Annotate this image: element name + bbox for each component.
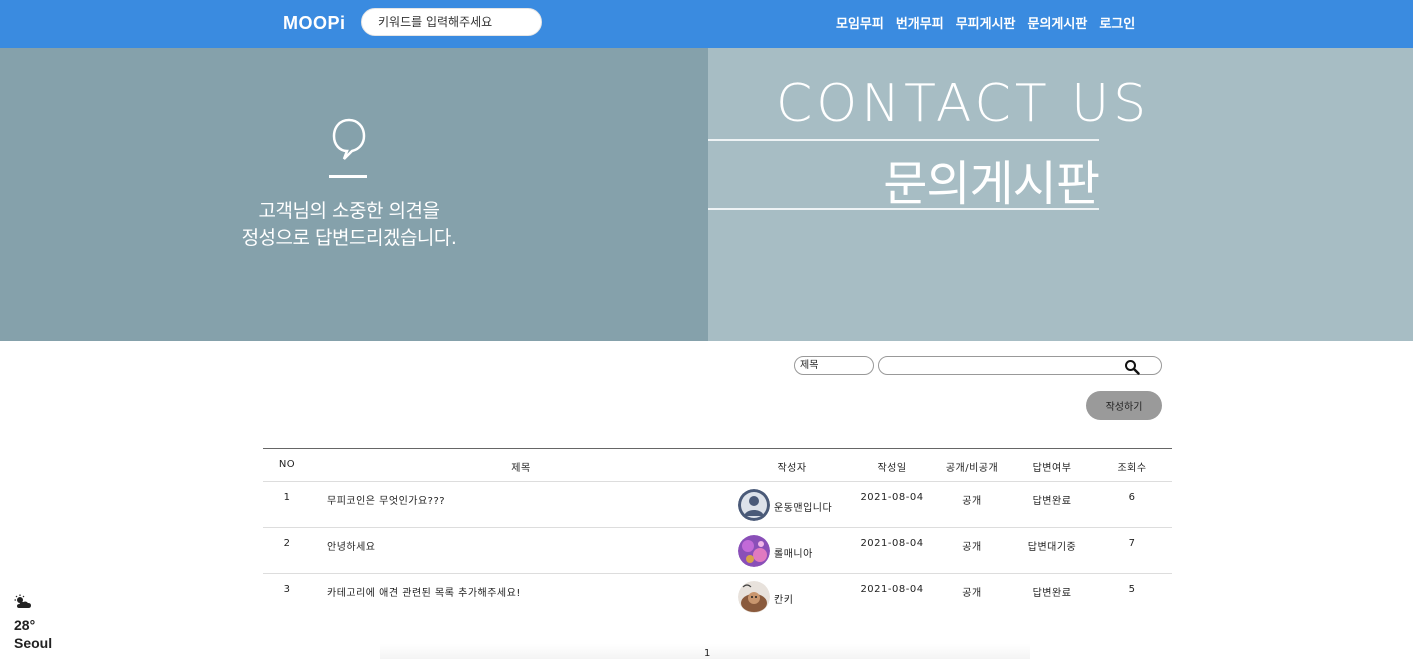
banner-message-line2: 정성으로 답변드리겠습니다. bbox=[241, 227, 457, 249]
purple-photo-avatar bbox=[738, 535, 770, 567]
header-no: NO bbox=[278, 459, 296, 470]
site-logo[interactable]: MOOPi bbox=[283, 13, 346, 34]
speech-bubble-icon bbox=[332, 118, 366, 160]
header-bar: MOOPi 모임무피 번개무피 무피게시판 문의게시판 로그인 bbox=[0, 0, 1413, 48]
header-visibility: 공개/비공개 bbox=[945, 463, 999, 474]
keyword-input[interactable] bbox=[879, 359, 1161, 376]
pagination: 1 bbox=[380, 644, 1030, 659]
row-date: 2021-08-04 bbox=[860, 492, 924, 503]
row-answered: 답변완료 bbox=[1032, 588, 1072, 599]
row-author: 운동맨입니다 bbox=[774, 503, 833, 514]
title-divider-bottom bbox=[708, 208, 1099, 210]
header-author: 작성자 bbox=[777, 463, 807, 474]
table-row[interactable]: 3 카테고리에 애견 관련된 목록 추가해주세요! 칸키 2021-08-04 … bbox=[263, 574, 1172, 620]
page-number[interactable]: 1 bbox=[704, 648, 710, 659]
header-search[interactable] bbox=[361, 8, 542, 36]
banner-message-line1: 고객님의 소중한 의견을 bbox=[258, 200, 440, 222]
header-views: 조회수 bbox=[1117, 463, 1147, 474]
bubble-underline bbox=[329, 175, 367, 178]
header-date: 작성일 bbox=[877, 463, 907, 474]
row-no: 1 bbox=[283, 492, 291, 503]
row-answered: 답변완료 bbox=[1032, 496, 1072, 507]
table-row[interactable]: 2 안녕하세요 롤매니아 2021-08-04 공개 답변대기중 7 bbox=[263, 528, 1172, 574]
row-visibility: 공개 bbox=[962, 588, 982, 599]
weather-widget[interactable]: 28° Seoul bbox=[14, 594, 52, 651]
inquiry-board-title: 문의게시판 bbox=[883, 156, 1100, 212]
row-no: 2 bbox=[283, 538, 291, 549]
weather-city: Seoul bbox=[14, 635, 53, 651]
header-answered: 답변여부 bbox=[1032, 463, 1072, 474]
row-answered: 답변대기중 bbox=[1027, 542, 1077, 553]
row-date: 2021-08-04 bbox=[860, 584, 924, 595]
row-title-link[interactable]: 카테고리에 애견 관련된 목록 추가해주세요! bbox=[327, 584, 521, 599]
default-profile-icon bbox=[738, 489, 770, 521]
row-views: 7 bbox=[1128, 538, 1136, 549]
row-author: 칸키 bbox=[774, 595, 794, 606]
row-views: 5 bbox=[1128, 584, 1136, 595]
table-row[interactable]: 1 무피코인은 무엇인가요??? 운동맨입니다 2021-08-04 공개 답변… bbox=[263, 482, 1172, 528]
row-visibility: 공개 bbox=[962, 496, 982, 507]
table-header: NO 제목 작성자 작성일 공개/비공개 답변여부 조회수 bbox=[263, 448, 1172, 482]
inquiry-table: NO 제목 작성자 작성일 공개/비공개 답변여부 조회수 1 무피코인은 무엇… bbox=[263, 448, 1172, 620]
nav-login[interactable]: 로그인 bbox=[1099, 13, 1135, 32]
weather-temperature: 28° bbox=[14, 617, 36, 633]
banner-message: 고객님의 소중한 의견을 정성으로 답변드리겠습니다. bbox=[190, 198, 508, 252]
write-button[interactable]: 작성하기 bbox=[1086, 391, 1162, 420]
hero-banner: 고객님의 소중한 의견을 정성으로 답변드리겠습니다. CONTACT US 문… bbox=[0, 48, 1413, 341]
search-field-select[interactable]: 제목 bbox=[794, 356, 874, 375]
avatar bbox=[738, 535, 770, 567]
avatar bbox=[738, 581, 770, 613]
row-no: 3 bbox=[283, 584, 291, 595]
keyword-field[interactable] bbox=[878, 356, 1162, 376]
header-search-input[interactable] bbox=[362, 9, 541, 35]
row-visibility: 공개 bbox=[962, 542, 982, 553]
title-divider-top bbox=[708, 139, 1099, 141]
partly-cloudy-icon bbox=[14, 594, 31, 608]
search-icon[interactable] bbox=[1124, 359, 1140, 375]
row-date: 2021-08-04 bbox=[860, 538, 924, 549]
row-author: 롤매니아 bbox=[774, 549, 813, 560]
contact-us-title: CONTACT US bbox=[776, 74, 1151, 134]
row-title-link[interactable]: 무피코인은 무엇인가요??? bbox=[327, 492, 445, 507]
row-title-link[interactable]: 안녕하세요 bbox=[327, 538, 376, 553]
banner-left-panel: 고객님의 소중한 의견을 정성으로 답변드리겠습니다. bbox=[0, 48, 708, 341]
header-title: 제목 bbox=[511, 463, 531, 474]
nav-inquiry[interactable]: 문의게시판 bbox=[1028, 13, 1088, 32]
nav-board[interactable]: 무피게시판 bbox=[956, 13, 1016, 32]
nav-meeting[interactable]: 모임무피 bbox=[836, 13, 884, 32]
avatar bbox=[738, 489, 770, 521]
main-nav: 모임무피 번개무피 무피게시판 문의게시판 로그인 bbox=[836, 13, 1135, 32]
nav-flash[interactable]: 번개무피 bbox=[896, 13, 944, 32]
row-views: 6 bbox=[1128, 492, 1136, 503]
dog-photo-avatar bbox=[738, 581, 770, 613]
